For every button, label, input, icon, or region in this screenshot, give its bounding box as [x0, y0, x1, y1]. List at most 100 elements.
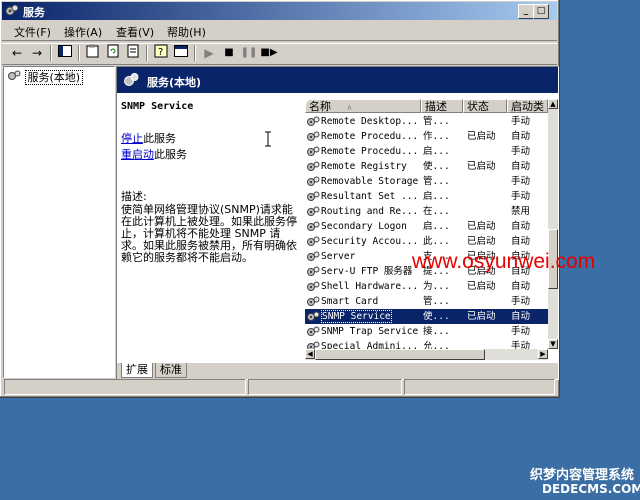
status-panel-1 — [4, 379, 246, 395]
service-row[interactable]: Removable Storage 管... 手动 — [305, 174, 548, 189]
service-name: SNMP Service — [321, 310, 392, 323]
service-gear-icon — [307, 311, 321, 322]
service-startup-cell: 手动 — [511, 174, 547, 189]
menu-file[interactable]: 文件(F) — [14, 24, 51, 40]
service-row[interactable]: Remote Desktop... 管... 手动 — [305, 114, 548, 129]
service-name-cell: Shell Hardware... — [307, 279, 419, 294]
status-bar — [2, 379, 557, 395]
column-header-startup-type[interactable]: 启动类 — [507, 99, 548, 113]
stop-service-icon[interactable]: ■ — [220, 44, 238, 62]
minimize-button[interactable]: _ — [518, 4, 534, 19]
start-service-icon[interactable]: ▶ — [200, 44, 218, 62]
column-header-status[interactable]: 状态 — [463, 99, 507, 113]
service-row[interactable]: Routing and Re... 在... 禁用 — [305, 204, 548, 219]
help-icon[interactable]: ? — [152, 44, 170, 62]
toolbar: ← → ? ▶ ■ ❚❚ ■▶ — [2, 42, 557, 64]
service-row[interactable]: Resultant Set ... 启... 手动 — [305, 189, 548, 204]
service-name-cell: Remote Desktop... — [307, 114, 419, 129]
service-row[interactable]: Remote Procedu... 作... 已启动 自动 — [305, 129, 548, 144]
tab-extended[interactable]: 扩展 — [121, 363, 153, 378]
service-gear-icon — [307, 206, 321, 217]
description-label: 描述: — [121, 188, 299, 204]
stop-link-suffix: 此服务 — [143, 132, 176, 145]
sort-ascending-icon: ∧ — [347, 103, 353, 112]
forward-arrow-icon[interactable]: → — [28, 44, 46, 62]
view-tabs: 扩展 标准 — [117, 363, 558, 379]
status-panel-2 — [248, 379, 402, 395]
tree-pane: 服务(本地) — [3, 66, 115, 378]
toolbar-separator — [146, 45, 148, 61]
service-status-cell: 已启动 — [467, 309, 507, 324]
service-name-cell: Security Accou... — [307, 234, 419, 249]
service-row[interactable]: Shell Hardware... 为... 已启动 自动 — [305, 279, 548, 294]
service-row[interactable]: Remote Registry 使... 已启动 自动 — [305, 159, 548, 174]
service-name-cell: SNMP Trap Service — [307, 324, 419, 339]
back-arrow-icon[interactable]: ← — [8, 44, 26, 62]
scroll-left-icon[interactable]: ◀ — [305, 349, 315, 359]
show-hide-tree-icon[interactable] — [56, 44, 74, 62]
service-name: Remote Procedu... — [321, 131, 418, 142]
pane-body: SNMP Service 停止此服务 重启动此服务 描述: 使简单网络管理协议(… — [117, 93, 558, 363]
service-desc-cell: 启... — [423, 219, 463, 234]
service-gear-icon — [307, 176, 321, 187]
service-status-cell: 已启动 — [467, 159, 507, 174]
vertical-scrollbar[interactable]: ▲ ▼ — [548, 99, 558, 349]
tab-standard[interactable]: 标准 — [155, 363, 187, 378]
menu-view[interactable]: 查看(V) — [116, 24, 154, 40]
service-startup-cell: 自动 — [511, 219, 547, 234]
service-desc-cell: 此... — [423, 234, 463, 249]
service-startup-cell: 手动 — [511, 294, 547, 309]
corner-watermark-line2: DEDECMS.COM — [542, 482, 640, 496]
service-name-cell: Remote Procedu... — [307, 144, 419, 159]
service-row[interactable]: SNMP Service 使... 已启动 自动 — [305, 309, 548, 324]
details-pane: 服务(本地) SNMP Service 停止此服务 重启动此服务 描述: 使简单… — [116, 66, 559, 380]
service-name-cell: SNMP Service — [307, 309, 419, 324]
service-desc-cell: 管... — [423, 294, 463, 309]
maximize-button[interactable]: □ — [533, 4, 549, 19]
service-name: Remote Desktop... — [321, 116, 418, 127]
properties-icon[interactable] — [84, 44, 102, 62]
menu-help[interactable]: 帮助(H) — [167, 24, 206, 40]
service-gear-icon — [307, 191, 321, 202]
service-gear-icon — [307, 161, 321, 172]
title-bar[interactable]: 服务 _ □ x — [2, 2, 557, 20]
service-name: Secondary Logon — [321, 221, 407, 232]
horizontal-scrollbar[interactable]: ◀ ▶ — [305, 349, 548, 360]
service-gear-icon — [307, 266, 321, 277]
scroll-up-icon[interactable]: ▲ — [548, 99, 558, 109]
services-gear-icon — [123, 72, 139, 88]
service-gear-icon — [307, 116, 321, 127]
service-row[interactable]: Smart Card 管... 手动 — [305, 294, 548, 309]
restart-link-suffix: 此服务 — [154, 148, 187, 161]
service-desc-cell: 使... — [423, 309, 463, 324]
restart-service-link[interactable]: 重启动 — [121, 148, 154, 161]
service-gear-icon — [307, 236, 321, 247]
tree-node-services-local[interactable]: 服务(本地) — [8, 69, 83, 83]
service-row[interactable]: Secondary Logon 启... 已启动 自动 — [305, 219, 548, 234]
column-header-description[interactable]: 描述 — [421, 99, 463, 113]
refresh-icon[interactable] — [104, 44, 122, 62]
restart-service-icon[interactable]: ■▶ — [260, 44, 278, 62]
service-name-cell: Routing and Re... — [307, 204, 419, 219]
scroll-down-icon[interactable]: ▼ — [548, 339, 558, 349]
column-header-name[interactable]: 名称 ∧ — [305, 99, 421, 113]
horizontal-scroll-thumb[interactable] — [315, 349, 485, 360]
service-row[interactable]: Security Accou... 此... 已启动 自动 — [305, 234, 548, 249]
service-desc-cell: 在... — [423, 204, 463, 219]
services-gear-icon — [5, 4, 19, 18]
service-row[interactable]: SNMP Trap Service 接... 手动 — [305, 324, 548, 339]
tree-node-label: 服务(本地) — [25, 70, 84, 85]
scroll-right-icon[interactable]: ▶ — [538, 349, 548, 359]
menu-action[interactable]: 操作(A) — [64, 24, 102, 40]
stop-service-link[interactable]: 停止 — [121, 132, 143, 145]
service-row[interactable]: Remote Procedu... 启... 手动 — [305, 144, 548, 159]
console-icon[interactable] — [172, 44, 190, 62]
service-name-cell: Serv-U FTP 服务器 — [307, 264, 419, 279]
pause-service-icon[interactable]: ❚❚ — [240, 44, 258, 62]
service-status-cell: 已启动 — [467, 234, 507, 249]
export-list-icon[interactable] — [124, 44, 142, 62]
service-startup-cell: 自动 — [511, 309, 547, 324]
service-name-cell: Resultant Set ... — [307, 189, 419, 204]
toolbar-separator — [50, 45, 52, 61]
service-startup-cell: 手动 — [511, 324, 547, 339]
